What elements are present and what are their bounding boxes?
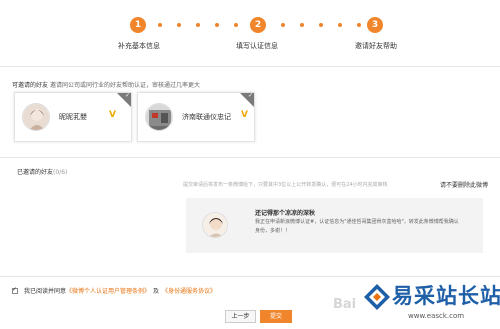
watermark-url: www.easck.com [408, 312, 465, 320]
step-dot [215, 23, 219, 27]
previous-step-button[interactable]: 上一步 [225, 310, 256, 323]
step-dot [319, 23, 323, 27]
identity-agreement-link[interactable]: 《身份通服务协议》 [162, 286, 216, 295]
divider [0, 66, 500, 67]
invite-section-header: 可邀请的好友 邀请同公司或同行业的好友帮助认证，审核通过几率更大 [12, 80, 200, 89]
friend-avatar [22, 103, 50, 131]
step-2-label: 填写认证信息 [236, 42, 278, 50]
step-3-label: 邀请好友帮助 [355, 42, 397, 50]
divider [0, 157, 500, 158]
agreement-row: 我已阅读并同意 《微博个人认证用户管理条例》 及 《身份通服务协议》 [12, 286, 216, 295]
invite-title: 可邀请的好友 [12, 82, 49, 89]
friend-avatar [145, 103, 173, 131]
step-1-circle: 1 [130, 17, 146, 33]
step-dot [357, 23, 361, 27]
watermark-brand: 易采站长站 [392, 284, 500, 308]
agree-and: 及 [153, 288, 160, 295]
verified-v-icon: V [109, 110, 116, 120]
invited-friends-label: 已邀请的好友(0/6) [17, 167, 67, 176]
preview-title: 还记得那个凉凉的深秋 [255, 210, 316, 217]
friend-name: 济南联通仪忠记 [182, 113, 231, 121]
friend-card[interactable]: 昵昵芤嬰 V ✓ [14, 92, 132, 142]
agree-prefix: 我已阅读并同意 [24, 288, 67, 295]
watermark-logo-icon [364, 284, 390, 310]
invite-hint: 提交审请后将发布一条微博给下，只要其中3位以上公开转发确认，便可在24小时内完成… [183, 182, 388, 188]
step-1-label: 补充基本信息 [118, 42, 160, 50]
invited-count: (0/6) [53, 169, 68, 176]
friend-name: 昵昵芤嬰 [59, 113, 87, 121]
site-watermark: 易采站长站 www.easck.com [362, 274, 500, 329]
check-icon: ✓ [247, 92, 253, 99]
step-dot [177, 23, 181, 27]
preview-avatar [202, 212, 228, 238]
step-dot [196, 23, 200, 27]
step-dot [234, 23, 238, 27]
step-2-circle: 2 [250, 17, 266, 33]
invite-description: 邀请同公司或同行业的好友帮助认证，审核通过几率更大 [49, 82, 200, 89]
step-dot [300, 23, 304, 27]
preview-text: 我正在申请新浪微博认证#，认证信息为"通佳哲哥集团骨灰盒哈哈"，转发此条微博帮我… [255, 219, 459, 225]
friend-card[interactable]: 济南联通仪忠记 V ✓ [137, 92, 255, 142]
agree-checkbox[interactable] [12, 286, 18, 294]
preview-text: 身份，多谢！！ [255, 228, 291, 234]
baidu-watermark: Bai [333, 297, 357, 312]
submit-button[interactable]: 提交 [260, 310, 292, 323]
step-dot [338, 23, 342, 27]
step-dot [281, 23, 285, 27]
progress-stepper: 1 2 3 补充基本信息 填写认证信息 邀请好友帮助 [0, 0, 500, 60]
invited-title: 已邀请的好友 [17, 169, 54, 176]
verified-v-icon: V [241, 110, 248, 120]
weibo-preview: 还记得那个凉凉的深秋 我正在申请新浪微博认证#，认证信息为"通佳哲哥集团骨灰盒哈… [186, 198, 483, 253]
step-dot [158, 23, 162, 27]
step-3-circle: 3 [367, 17, 383, 33]
do-not-delete-link[interactable]: 请不要删除此微博 [440, 180, 488, 189]
user-terms-link[interactable]: 《微博个人认证用户管理条例》 [66, 286, 150, 295]
check-icon: ✓ [124, 92, 130, 99]
